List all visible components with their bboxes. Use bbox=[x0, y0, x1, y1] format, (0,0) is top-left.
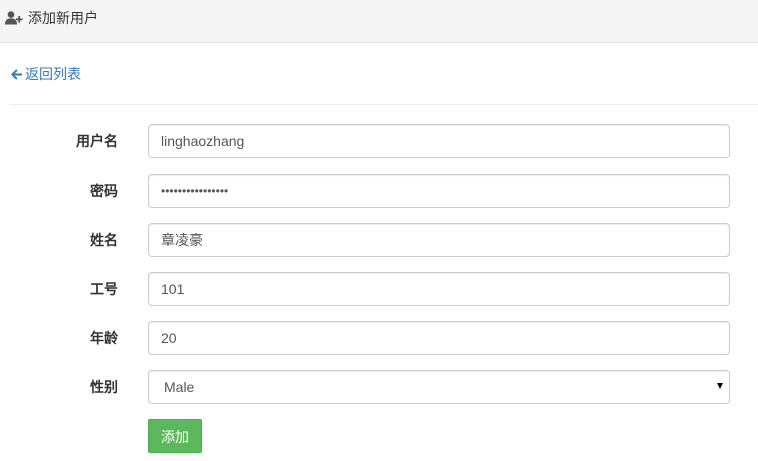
age-input[interactable] bbox=[148, 321, 730, 355]
form-row-employee-id: 工号 bbox=[0, 272, 758, 306]
user-plus-icon bbox=[5, 11, 23, 25]
panel-header: 添加新用户 bbox=[0, 0, 758, 43]
form-row-name: 姓名 bbox=[0, 223, 758, 257]
password-label: 密码 bbox=[90, 183, 118, 199]
arrow-left-icon bbox=[11, 68, 22, 80]
gender-selected-value: Male bbox=[164, 379, 195, 395]
back-to-list-link[interactable]: 返回列表 bbox=[10, 64, 81, 84]
username-label: 用户名 bbox=[76, 133, 118, 149]
password-input[interactable]: •••••••••••••••• bbox=[148, 174, 730, 208]
add-button[interactable]: 添加 bbox=[148, 419, 202, 453]
form-row-age: 年龄 bbox=[0, 321, 758, 355]
page: 添加新用户 返回列表 用户名 密码 •••••••••••••••• 姓名 工号… bbox=[0, 0, 758, 461]
name-label: 姓名 bbox=[90, 232, 118, 248]
form-row-password: 密码 •••••••••••••••• bbox=[0, 174, 758, 208]
username-input[interactable] bbox=[148, 124, 730, 158]
age-label: 年龄 bbox=[90, 330, 118, 346]
back-link-label: 返回列表 bbox=[25, 66, 81, 82]
employee-id-input[interactable] bbox=[148, 272, 730, 306]
page-title: 添加新用户 bbox=[28, 10, 98, 26]
employee-id-label: 工号 bbox=[90, 281, 118, 297]
gender-select[interactable]: Male bbox=[148, 370, 730, 404]
form-row-username: 用户名 bbox=[0, 124, 758, 158]
caret-down-icon bbox=[717, 383, 723, 389]
divider bbox=[10, 104, 758, 105]
form-row-gender: 性别 Male bbox=[0, 370, 758, 404]
gender-label: 性别 bbox=[90, 379, 118, 395]
name-input[interactable] bbox=[148, 223, 730, 257]
